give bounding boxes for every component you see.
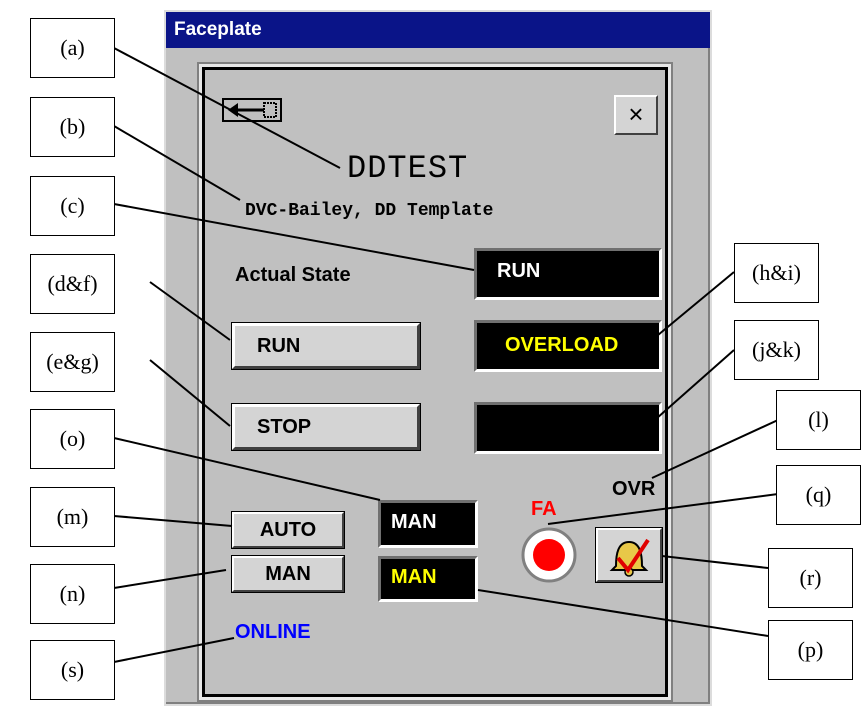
callout-df: (d&f) — [30, 254, 115, 314]
callout-s: (s) — [30, 640, 115, 700]
leader-hi — [651, 271, 735, 341]
leader-q — [547, 493, 779, 525]
callout-eg: (e&g) — [30, 332, 115, 392]
callout-c: (c) — [30, 176, 115, 236]
leader-n — [113, 569, 227, 589]
callout-m: (m) — [30, 487, 115, 547]
callout-jk: (j&k) — [734, 320, 819, 380]
callout-o: (o) — [30, 409, 115, 469]
callout-n: (n) — [30, 564, 115, 624]
leader-r — [661, 555, 769, 569]
callout-a: (a) — [30, 18, 115, 78]
leader-m — [113, 515, 233, 527]
leader-o — [113, 437, 381, 501]
leader-l — [651, 419, 779, 479]
leader-s — [113, 637, 235, 663]
callout-p: (p) — [768, 620, 853, 680]
callout-q: (q) — [776, 465, 861, 525]
leader-b — [113, 125, 241, 201]
leader-df — [149, 281, 231, 341]
leader-jk — [647, 349, 735, 427]
callout-b: (b) — [30, 97, 115, 157]
leader-eg — [149, 359, 231, 427]
leader-a — [113, 47, 341, 169]
callout-leader-lines — [113, 47, 779, 663]
callout-r: (r) — [768, 548, 853, 608]
leader-p — [477, 589, 769, 637]
callout-hi: (h&i) — [734, 243, 819, 303]
callout-l: (l) — [776, 390, 861, 450]
leader-c — [113, 203, 475, 271]
